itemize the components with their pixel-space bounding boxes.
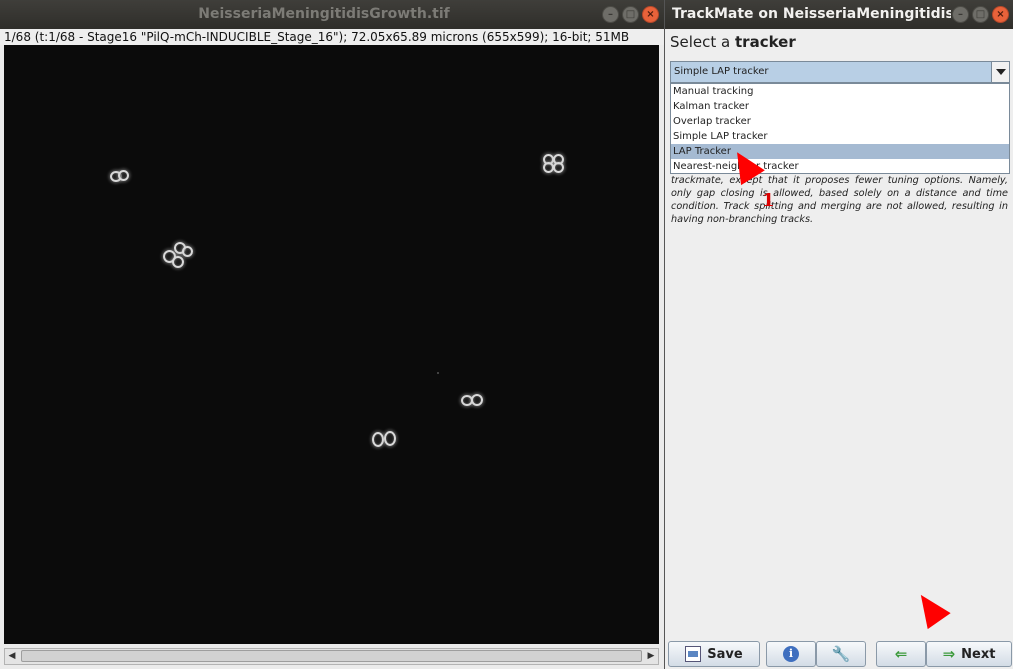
trackmate-button-bar: Save i 🔧 ⇐ ⇒ Next bbox=[665, 640, 1013, 669]
dropdown-option-lap-tracker[interactable]: LAP Tracker bbox=[671, 144, 1009, 159]
close-icon[interactable]: × bbox=[992, 6, 1009, 23]
scroll-right-icon[interactable]: ▶ bbox=[644, 649, 658, 664]
annotation-step-number: 1 bbox=[762, 190, 775, 211]
image-window-controls: – □ × bbox=[602, 6, 659, 23]
maximize-icon[interactable]: □ bbox=[622, 6, 639, 23]
bacterium-cell bbox=[172, 256, 184, 268]
save-button-label: Save bbox=[707, 646, 743, 662]
image-horizontal-scrollbar[interactable]: ◀ ▶ bbox=[4, 648, 659, 665]
dropdown-option-nearest-neighbor-tracker[interactable]: Nearest-neighbor tracker bbox=[671, 159, 1009, 174]
save-document-icon bbox=[685, 646, 702, 662]
image-window-titlebar[interactable]: NeisseriaMeningitidisGrowth.tif – □ × bbox=[0, 0, 664, 29]
panel-heading: Select a tracker bbox=[670, 33, 796, 51]
bacterium-cell bbox=[471, 394, 483, 406]
trackmate-window-controls: – □ × bbox=[952, 6, 1009, 23]
image-window-title: NeisseriaMeningitidisGrowth.tif bbox=[198, 6, 450, 22]
trackmate-titlebar[interactable]: TrackMate on NeisseriaMeningitidisG... –… bbox=[665, 0, 1013, 29]
trackmate-title: TrackMate on NeisseriaMeningitidisG... bbox=[672, 6, 951, 22]
image-window: NeisseriaMeningitidisGrowth.tif – □ × 1/… bbox=[0, 0, 664, 669]
wrench-icon: 🔧 bbox=[831, 645, 851, 663]
dropdown-option-kalman-tracker[interactable]: Kalman tracker bbox=[671, 99, 1009, 114]
info-button[interactable]: i bbox=[766, 641, 816, 667]
tracker-description: trackmate, except that it proposes fewer… bbox=[671, 175, 1008, 225]
bacterium-cell bbox=[553, 162, 564, 173]
image-info-bar: 1/68 (t:1/68 - Stage16 "PilQ-mCh-INDUCIB… bbox=[0, 29, 664, 45]
noise-dot bbox=[437, 372, 439, 374]
dropdown-option-overlap-tracker[interactable]: Overlap tracker bbox=[671, 114, 1009, 129]
bacterium-cell bbox=[182, 246, 193, 257]
image-canvas[interactable] bbox=[4, 45, 659, 644]
maximize-icon[interactable]: □ bbox=[972, 6, 989, 23]
save-button[interactable]: Save bbox=[668, 641, 760, 667]
trackmate-window: TrackMate on NeisseriaMeningitidisG... –… bbox=[664, 0, 1013, 669]
minimize-icon[interactable]: – bbox=[952, 6, 969, 23]
scrollbar-thumb[interactable] bbox=[21, 650, 642, 662]
minimize-icon[interactable]: – bbox=[602, 6, 619, 23]
arrow-right-icon: ⇒ bbox=[942, 645, 956, 663]
bacterium-cell bbox=[384, 431, 396, 446]
scroll-left-icon[interactable]: ◀ bbox=[5, 649, 19, 664]
next-button-label: Next bbox=[961, 646, 996, 662]
previous-button[interactable]: ⇐ bbox=[876, 641, 926, 667]
tracker-combobox-value: Simple LAP tracker bbox=[674, 66, 769, 77]
close-icon[interactable]: × bbox=[642, 6, 659, 23]
chevron-down-icon[interactable] bbox=[991, 62, 1009, 82]
panel-heading-bold: tracker bbox=[735, 33, 796, 51]
bacterium-cell bbox=[118, 170, 129, 181]
dropdown-option-manual-tracking[interactable]: Manual tracking bbox=[671, 84, 1009, 99]
info-icon: i bbox=[783, 646, 799, 662]
arrow-left-icon: ⇐ bbox=[894, 645, 908, 663]
tracker-dropdown-list: Manual tracking Kalman tracker Overlap t… bbox=[670, 83, 1010, 174]
dropdown-option-simple-lap-tracker[interactable]: Simple LAP tracker bbox=[671, 129, 1009, 144]
bacterium-cell bbox=[372, 432, 384, 447]
desktop: NeisseriaMeningitidisGrowth.tif – □ × 1/… bbox=[0, 0, 1013, 669]
panel-heading-prefix: Select a bbox=[670, 33, 736, 51]
next-button[interactable]: ⇒ Next bbox=[926, 641, 1012, 667]
settings-button[interactable]: 🔧 bbox=[816, 641, 866, 667]
tracker-combobox[interactable]: Simple LAP tracker bbox=[670, 61, 1010, 83]
